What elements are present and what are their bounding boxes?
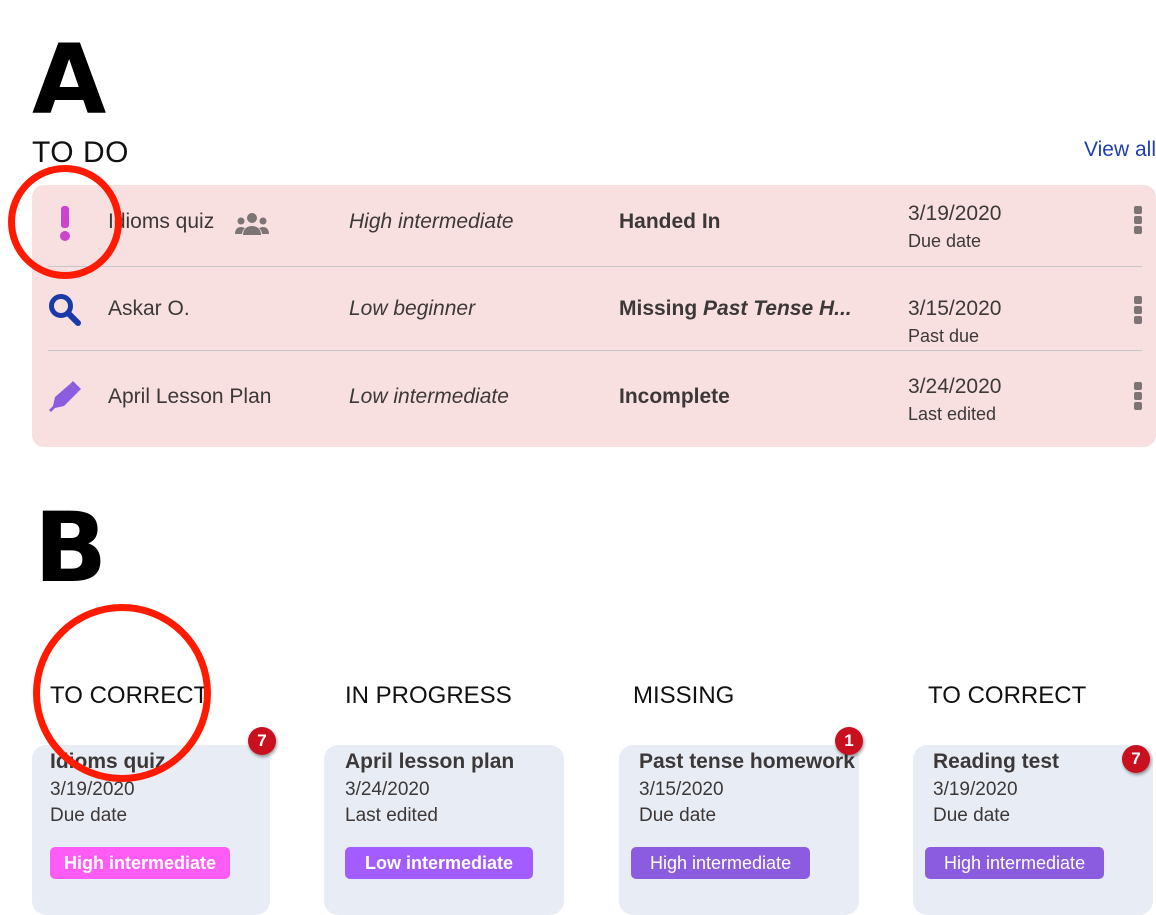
card-date: 3/19/2020	[933, 779, 1018, 800]
todo-status: Incomplete	[619, 385, 730, 408]
card-date-label: Last edited	[345, 805, 438, 826]
todo-date-label: Last edited	[908, 404, 997, 424]
level-tag: High intermediate	[631, 847, 811, 879]
todo-date-label: Past due	[908, 326, 980, 346]
divider	[48, 350, 1142, 351]
todo-name: Idioms quiz	[108, 210, 215, 233]
count-badge: 7	[1122, 745, 1150, 773]
count-badge: 7	[248, 727, 276, 755]
todo-status: Handed In	[619, 210, 721, 233]
more-menu-icon[interactable]	[1134, 206, 1144, 236]
todo-row[interactable]: April Lesson Plan Low intermediate Incom…	[0, 356, 1156, 436]
todo-row[interactable]: Idioms quiz High intermediate Handed In …	[0, 182, 1156, 262]
todo-date: 3/24/2020	[908, 375, 1002, 398]
search-icon	[49, 294, 81, 326]
column-header: MISSING	[633, 682, 735, 709]
more-menu-icon[interactable]	[1134, 296, 1144, 326]
card-date-label: Due date	[50, 805, 128, 826]
users-icon	[235, 213, 269, 235]
more-menu-icon[interactable]	[1134, 382, 1144, 412]
card-title: Past tense homework	[639, 750, 855, 773]
board-card[interactable]: Reading test 3/19/2020 Due date High int…	[913, 745, 1153, 915]
label-b: B	[34, 492, 108, 604]
todo-level: Low intermediate	[349, 385, 509, 408]
card-date: 3/24/2020	[345, 779, 430, 800]
card-date-label: Due date	[639, 805, 717, 826]
view-all-link[interactable]: View all	[1084, 138, 1156, 162]
todo-date: 3/19/2020	[908, 202, 1002, 225]
todo-title: TO DO	[32, 136, 129, 169]
todo-row[interactable]: Askar O. Low beginner Missing Past Tense…	[0, 269, 1156, 349]
highlight-circle	[8, 165, 122, 279]
card-date-label: Due date	[933, 805, 1011, 826]
card-title: April lesson plan	[345, 750, 515, 773]
todo-name: April Lesson Plan	[108, 385, 272, 408]
column-header: IN PROGRESS	[345, 682, 512, 709]
pen-icon	[49, 381, 81, 412]
todo-name: Askar O.	[108, 297, 190, 320]
todo-date: 3/15/2020	[908, 297, 1002, 320]
todo-date-label: Due date	[908, 231, 982, 251]
board-card[interactable]: April lesson plan 3/24/2020 Last edited …	[324, 745, 564, 915]
divider	[48, 266, 1142, 267]
label-a: A	[32, 24, 107, 136]
card-date: 3/15/2020	[639, 779, 724, 800]
board-card[interactable]: Past tense homework 3/15/2020 Due date H…	[619, 745, 859, 915]
card-title: Reading test	[933, 750, 1060, 773]
todo-level: High intermediate	[349, 210, 514, 233]
level-tag: High intermediate	[50, 847, 231, 879]
todo-level: Low beginner	[349, 297, 476, 320]
level-tag: Low intermediate	[345, 847, 534, 879]
count-badge: 1	[835, 727, 863, 755]
highlight-circle	[33, 604, 211, 782]
column-header: TO CORRECT	[928, 682, 1087, 709]
todo-status: Missing Past Tense H...	[619, 297, 852, 320]
level-tag: High intermediate	[925, 847, 1105, 879]
card-date: 3/19/2020	[50, 779, 135, 800]
